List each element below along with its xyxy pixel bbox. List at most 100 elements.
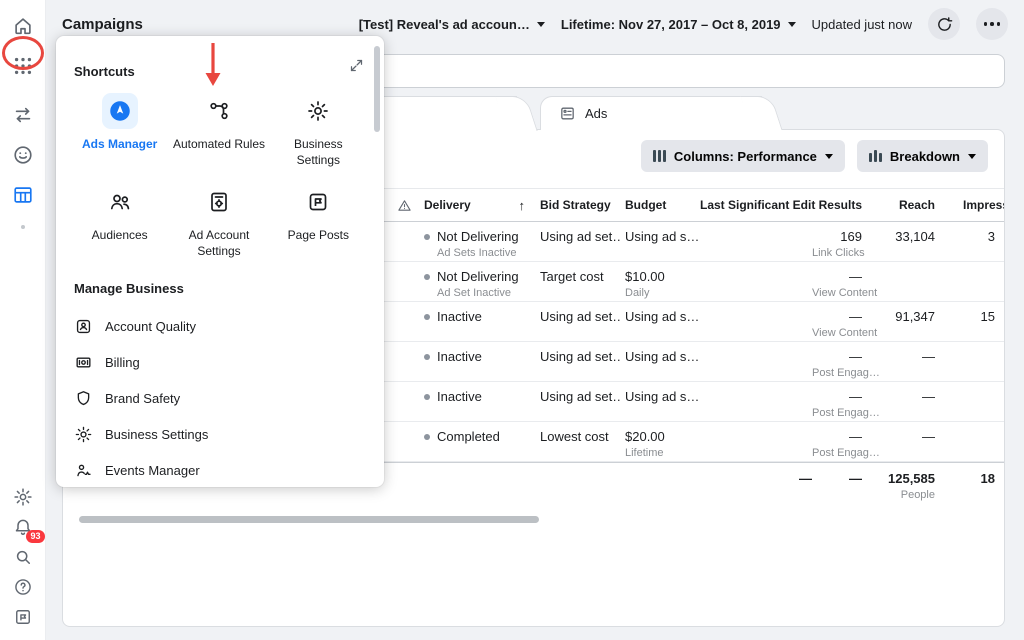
- shortcut-label: Audiences: [92, 228, 148, 244]
- menu-item-label: Account Quality: [105, 319, 196, 334]
- notifications-bell-icon[interactable]: 93: [6, 514, 40, 540]
- ad-account-selector[interactable]: [Test] Reveal's ad accoun…: [359, 17, 545, 32]
- columns-button-label: Columns: Performance: [674, 149, 817, 164]
- expand-icon[interactable]: [349, 58, 364, 73]
- column-header-delivery[interactable]: Delivery ↑: [420, 198, 535, 213]
- chevron-down-icon: [788, 22, 796, 27]
- columns-icon: [653, 150, 666, 162]
- left-sidebar: 93: [0, 0, 46, 640]
- top-bar-right: [Test] Reveal's ad accoun… Lifetime: Nov…: [359, 8, 1008, 40]
- shortcuts-grid: Ads Manager Automated Rules Business Set…: [72, 93, 366, 259]
- delivery-status-dot: [424, 234, 430, 240]
- help-icon[interactable]: [6, 574, 40, 600]
- totals-impressions: 18: [935, 471, 995, 486]
- page-title: Campaigns: [62, 16, 143, 33]
- ads-manager-icon: [102, 93, 138, 129]
- menu-item-billing[interactable]: Billing: [72, 344, 366, 380]
- menu-item-label: Brand Safety: [105, 391, 180, 406]
- column-header-bid-strategy[interactable]: Bid Strategy: [535, 198, 620, 212]
- sidebar-scroll-dot: [21, 225, 25, 229]
- automated-rules-icon: [201, 93, 237, 129]
- reporting-table-icon[interactable]: [6, 180, 40, 210]
- sort-ascending-icon: ↑: [519, 198, 536, 213]
- chevron-down-icon: [968, 154, 976, 159]
- shortcut-label: Business Settings: [271, 137, 366, 168]
- delivery-status-dot: [424, 354, 430, 360]
- brand-safety-shield-icon: [74, 389, 93, 408]
- menu-item-label: Business Settings: [105, 427, 208, 442]
- shortcut-label: Automated Rules: [173, 137, 265, 153]
- breakdown-icon: [869, 150, 882, 162]
- business-settings-gear-icon: [300, 93, 336, 129]
- ads-tab-label: Ads: [585, 106, 607, 121]
- shortcut-label: Ad Account Settings: [171, 228, 266, 259]
- audiences-icon: [102, 184, 138, 220]
- totals-results: —: [812, 471, 862, 486]
- pages-flag-icon[interactable]: [6, 604, 40, 630]
- updated-status: Updated just now: [812, 17, 912, 32]
- account-quality-icon: [74, 317, 93, 336]
- columns-button[interactable]: Columns: Performance: [641, 140, 845, 172]
- warning-icon: [388, 198, 420, 213]
- column-header-results[interactable]: Results: [812, 198, 862, 212]
- totals-last-edit: —: [700, 471, 812, 486]
- menu-item-label: Billing: [105, 355, 140, 370]
- all-tools-popup: Shortcuts Ads Manager Automated Rules Bu…: [56, 36, 384, 487]
- chevron-down-icon: [537, 22, 545, 27]
- breakdown-button[interactable]: Breakdown: [857, 140, 988, 172]
- date-range-selector[interactable]: Lifetime: Nov 27, 2017 – Oct 8, 2019: [561, 17, 796, 32]
- column-header-last-significant-edit[interactable]: Last Significant Edit: [700, 198, 812, 212]
- shortcut-automated-rules[interactable]: Automated Rules: [171, 93, 266, 168]
- sidebar-bottom-group: 93: [6, 482, 40, 632]
- column-header-budget[interactable]: Budget: [620, 198, 700, 212]
- shortcut-business-settings[interactable]: Business Settings: [271, 93, 366, 168]
- manage-business-list: Account Quality Billing Brand Safety Bus…: [72, 308, 366, 487]
- events-manager-icon: [74, 461, 93, 480]
- shortcut-ads-manager[interactable]: Ads Manager: [72, 93, 167, 168]
- column-header-reach[interactable]: Reach: [862, 198, 935, 212]
- emoji-icon[interactable]: [6, 140, 40, 170]
- ad-account-settings-icon: [201, 184, 237, 220]
- apps-grid-icon[interactable]: [6, 51, 40, 81]
- business-settings-gear-icon: [74, 425, 93, 444]
- settings-gear-icon[interactable]: [6, 484, 40, 510]
- chevron-down-icon: [825, 154, 833, 159]
- ad-account-selector-label: [Test] Reveal's ad accoun…: [359, 17, 530, 32]
- breakdown-button-label: Breakdown: [890, 149, 960, 164]
- ads-tab-icon: [559, 105, 576, 122]
- menu-item-business-settings[interactable]: Business Settings: [72, 416, 366, 452]
- shortcut-page-posts[interactable]: Page Posts: [271, 184, 366, 259]
- refresh-button[interactable]: [928, 8, 960, 40]
- delivery-status-dot: [424, 314, 430, 320]
- delivery-status-dot: [424, 274, 430, 280]
- sidebar-top-group: [6, 6, 40, 229]
- table-toolbar: Columns: Performance Breakdown: [641, 140, 988, 172]
- popup-scrollbar[interactable]: [374, 46, 380, 132]
- horizontal-scrollbar[interactable]: [79, 516, 539, 523]
- totals-reach: 125,585People: [862, 471, 935, 501]
- menu-item-events-manager[interactable]: Events Manager: [72, 452, 366, 487]
- billing-icon: [74, 353, 93, 372]
- more-options-button[interactable]: [976, 8, 1008, 40]
- menu-item-brand-safety[interactable]: Brand Safety: [72, 380, 366, 416]
- menu-item-account-quality[interactable]: Account Quality: [72, 308, 366, 344]
- shortcut-label: Page Posts: [288, 228, 349, 244]
- swap-arrows-icon[interactable]: [6, 100, 40, 130]
- delivery-status-dot: [424, 434, 430, 440]
- shortcut-audiences[interactable]: Audiences: [72, 184, 167, 259]
- delivery-status-dot: [424, 394, 430, 400]
- manage-business-heading: Manage Business: [74, 281, 366, 296]
- column-header-impressions[interactable]: Impressions: [935, 198, 995, 212]
- search-icon[interactable]: [6, 544, 40, 570]
- tab-ads[interactable]: Ads: [540, 96, 762, 130]
- home-icon[interactable]: [6, 11, 40, 41]
- menu-item-label: Events Manager: [105, 463, 200, 478]
- notification-badge: 93: [26, 530, 44, 543]
- page-posts-icon: [300, 184, 336, 220]
- ads-manager-screen: 93 Campaigns [Test] Reveal's ad accoun… …: [0, 0, 1024, 640]
- shortcut-label: Ads Manager: [82, 137, 157, 153]
- date-range-label: Lifetime: Nov 27, 2017 – Oct 8, 2019: [561, 17, 781, 32]
- shortcuts-heading: Shortcuts: [74, 64, 366, 79]
- ellipsis-icon: [982, 22, 1002, 26]
- shortcut-ad-account-settings[interactable]: Ad Account Settings: [171, 184, 266, 259]
